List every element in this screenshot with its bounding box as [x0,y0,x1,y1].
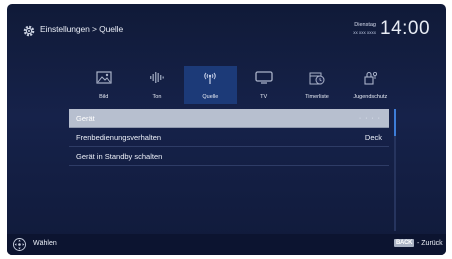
tv-icon [254,71,273,84]
lock-icon [364,71,378,85]
tab-bar: Bild Ton Quelle TV Timerliste Jugendschu… [77,66,397,104]
menu-item-fernbedienung[interactable]: Frenbedienungsverhalten Deck [69,128,389,147]
date-label: xx xxx xxxx [353,29,376,35]
day-label: Dienstag [354,22,376,28]
back-key-badge[interactable]: BACK [394,239,415,247]
navigation-pad-icon [13,238,26,251]
tab-jugendschutz[interactable]: Jugendschutz [344,66,397,104]
timer-icon [309,72,325,85]
menu-item-value: Deck [364,133,382,142]
gear-icon [23,25,35,37]
tab-label: TV [260,94,268,100]
scrollbar[interactable] [394,109,396,231]
tab-label: Bild [99,94,109,100]
menu-item-geraet[interactable]: Gerät · · · · [69,109,389,128]
tab-label: Jugendschutz [353,94,388,100]
menu-item-label: Frenbedienungsverhalten [76,133,162,142]
select-hint: Wählen [33,240,57,247]
sound-icon [149,72,164,83]
menu-item-label: Gerät in Standby schalten [76,152,163,161]
menu-item-label: Gerät [76,114,95,123]
tab-tv[interactable]: TV [237,66,290,104]
tab-ton[interactable]: Ton [130,66,183,104]
tab-label: Quelle [202,94,219,100]
tab-label: Timerliste [305,94,329,100]
clock: 14:00 [380,18,431,39]
tab-label: Ton [152,94,162,100]
antenna-icon [204,72,217,84]
tab-timerliste[interactable]: Timerliste [290,66,343,104]
scroll-thumb[interactable] [394,109,396,136]
tab-bild[interactable]: Bild [77,66,130,104]
date-display: Dienstag xx xxx xxxx [340,22,376,35]
breadcrumb: Einstellungen > Quelle [40,24,124,34]
menu-item-value: · · · · [358,115,381,122]
header: Einstellungen > Quelle Dienstag xx xxx x… [7,4,446,56]
back-hint: - Zurück [417,240,443,247]
tv-screen: Einstellungen > Quelle Dienstag xx xxx x… [7,4,446,255]
tab-quelle[interactable]: Quelle [183,66,237,104]
picture-icon [96,71,112,84]
footer: Wählen BACK - Zurück [7,234,446,255]
menu-item-standby[interactable]: Gerät in Standby schalten [69,147,389,166]
settings-list: Gerät · · · · Frenbedienungsverhalten De… [69,109,389,166]
